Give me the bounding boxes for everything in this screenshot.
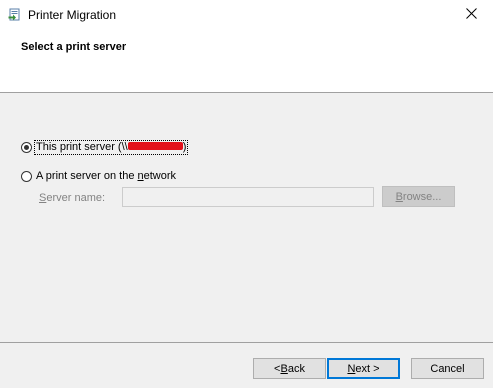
server-name-label: Server name:	[39, 192, 105, 204]
header-divider	[0, 92, 493, 93]
this-print-server-label-prefix: This print server (\\	[36, 141, 128, 153]
network-print-server-radio[interactable]	[21, 171, 32, 182]
footer-divider	[0, 342, 493, 343]
this-print-server-radio[interactable]	[21, 142, 32, 153]
this-print-server-option[interactable]: This print server (\\)	[21, 140, 189, 155]
page-heading: Select a print server	[21, 41, 127, 53]
header-panel: Select a print server	[0, 30, 493, 92]
next-button[interactable]: Next >	[327, 358, 400, 379]
redacted-server-name	[127, 142, 183, 151]
back-button[interactable]: < Back	[253, 358, 326, 379]
window-title: Printer Migration	[28, 8, 117, 22]
close-button[interactable]	[449, 0, 493, 30]
browse-label-rest: rowse...	[402, 190, 442, 203]
browse-label-accel: B	[395, 190, 403, 203]
server-name-input[interactable]	[122, 187, 374, 207]
this-print-server-label[interactable]: This print server (\\)	[33, 140, 189, 155]
cancel-button[interactable]: Cancel	[411, 358, 484, 379]
radio-selected-dot	[24, 145, 29, 150]
next-label-accel: N	[347, 362, 356, 375]
network-label-after: etwork	[143, 170, 177, 182]
printer-migration-window: Printer Migration Select a print server …	[0, 0, 493, 388]
network-print-server-option[interactable]: A print server on the network	[21, 170, 177, 183]
network-label-before: A print server on the	[36, 170, 138, 182]
this-print-server-label-suffix: )	[182, 141, 187, 153]
network-print-server-label[interactable]: A print server on the network	[35, 170, 177, 183]
close-icon	[465, 8, 477, 22]
printer-migration-icon	[8, 8, 22, 22]
browse-button[interactable]: Browse...	[382, 186, 455, 207]
back-label-accel: B	[280, 362, 288, 375]
server-name-label-rest: erver name:	[46, 192, 106, 204]
back-label-rest: ack	[287, 362, 305, 375]
next-label-rest: ext >	[355, 362, 380, 375]
title-bar: Printer Migration	[0, 0, 493, 30]
